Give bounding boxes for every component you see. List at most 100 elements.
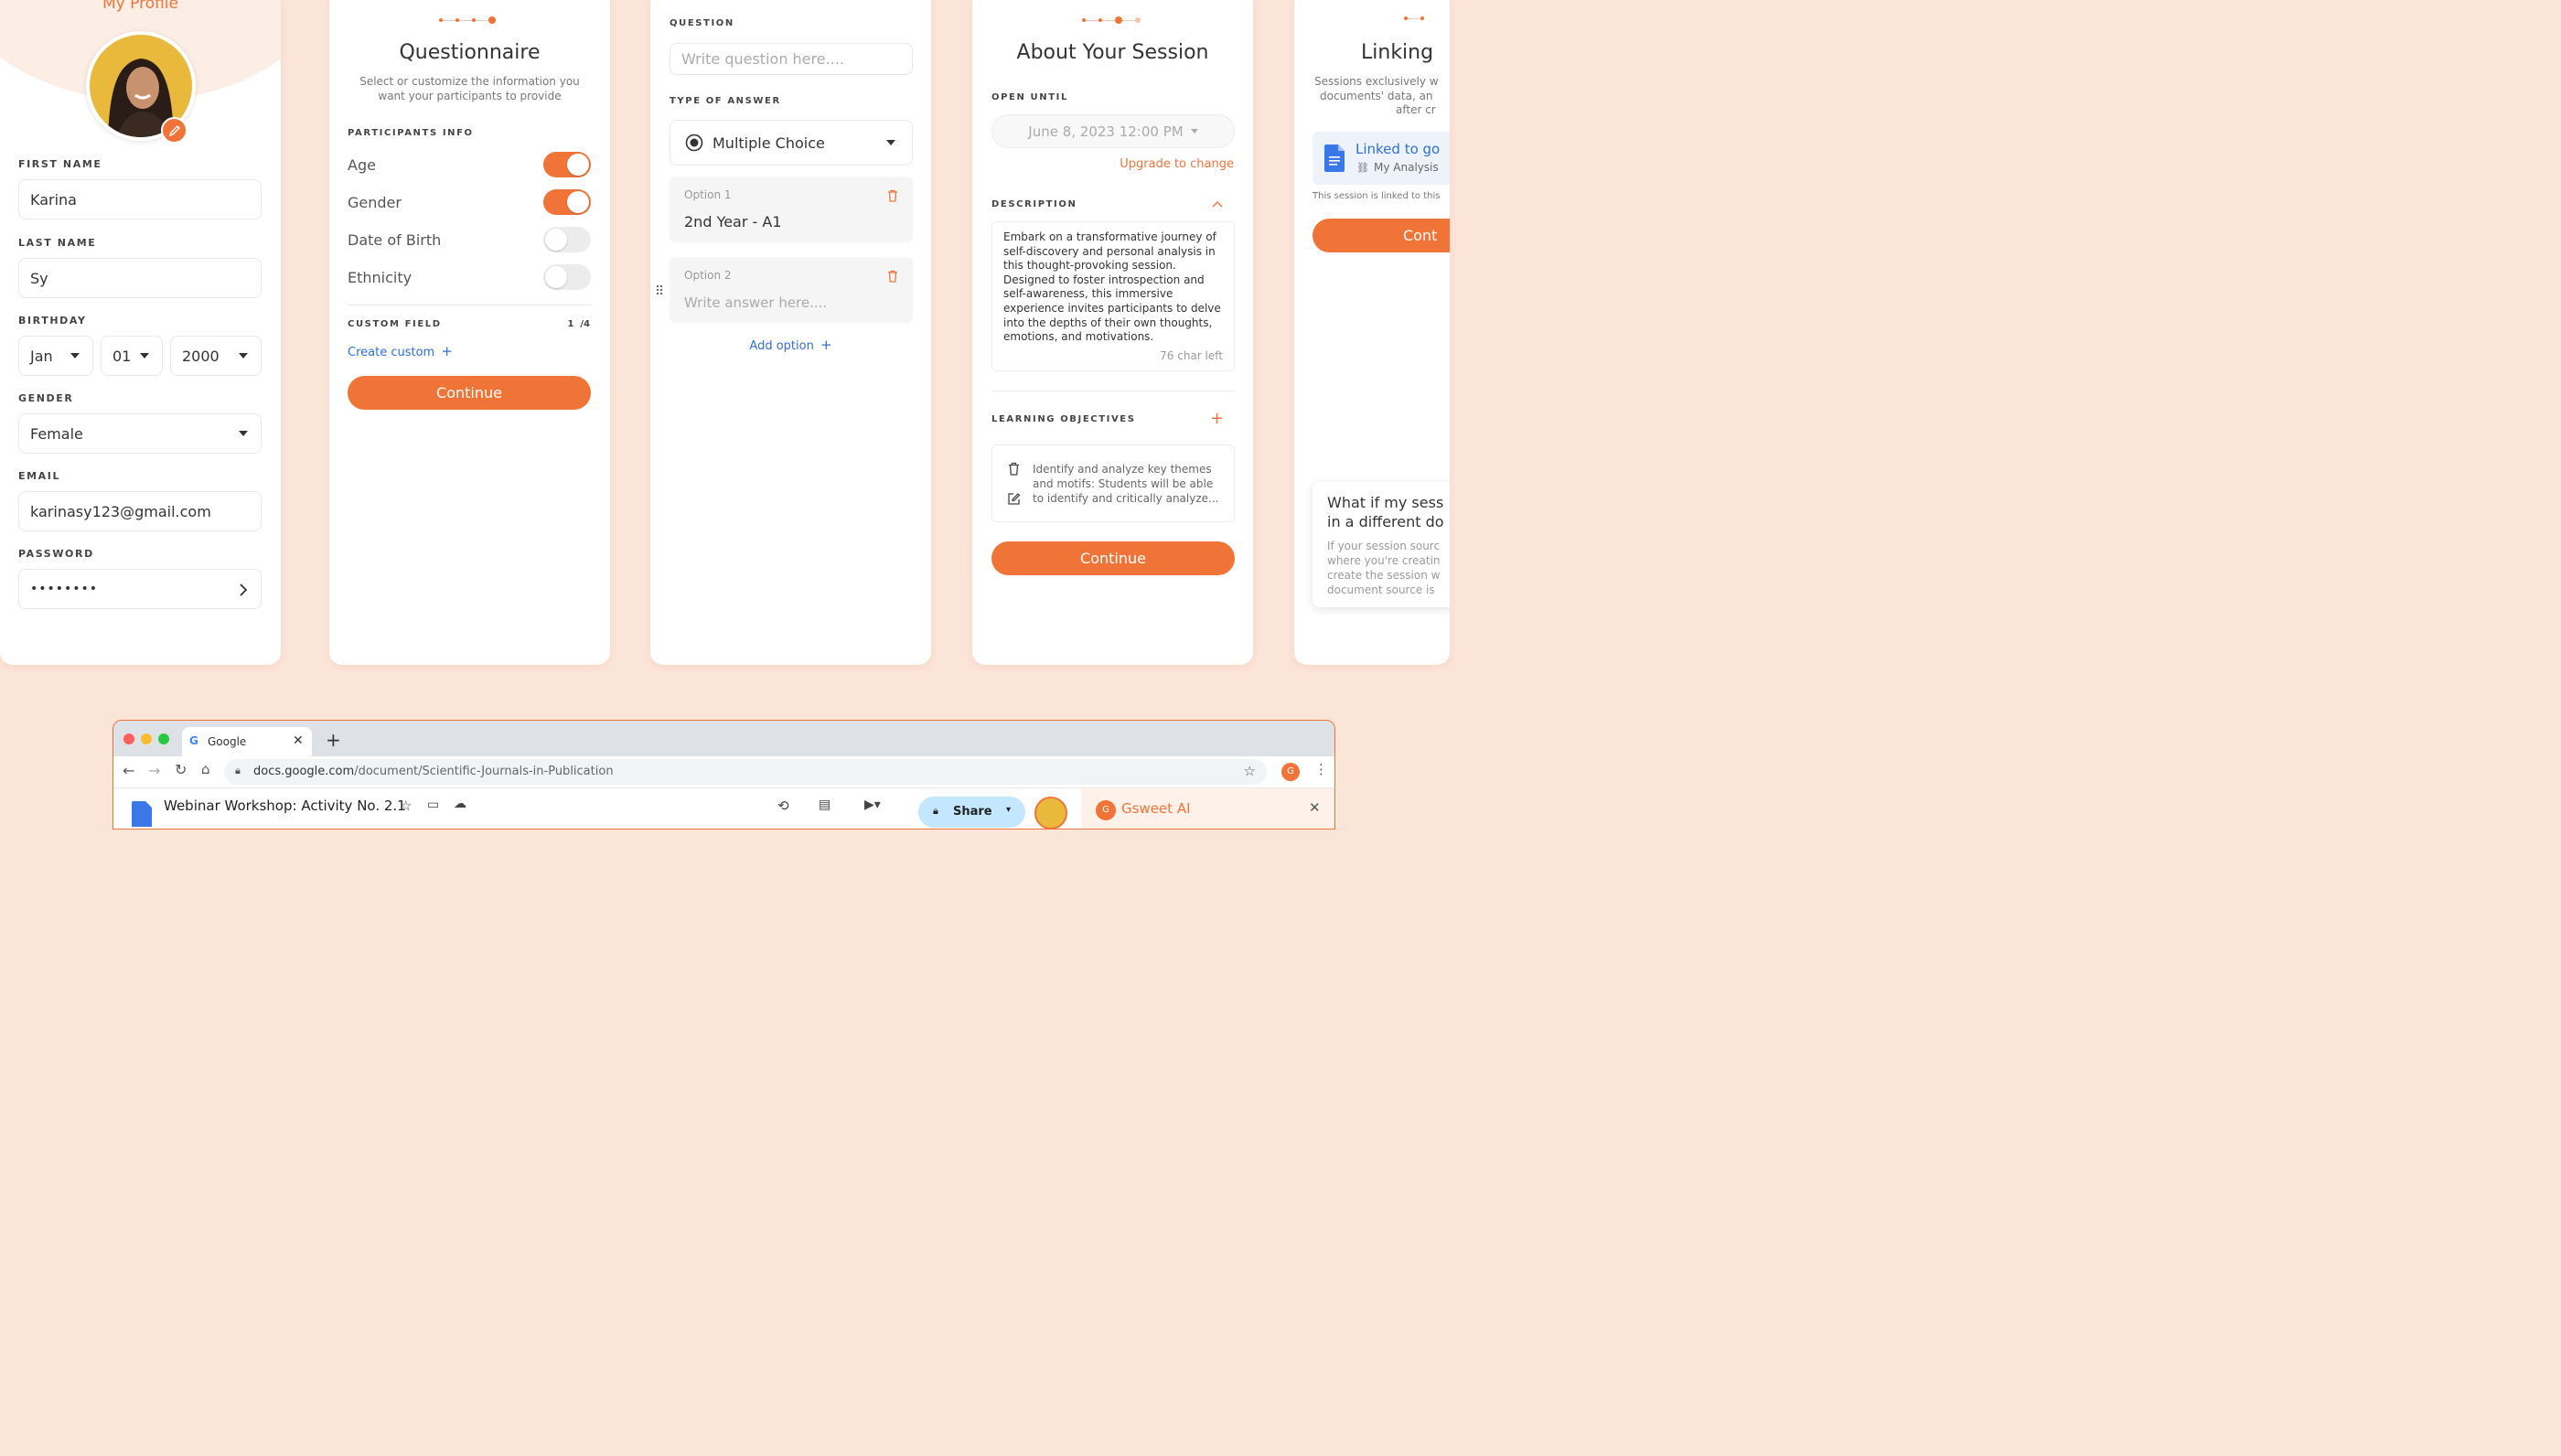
upgrade-link[interactable]: Upgrade to change — [1120, 157, 1234, 171]
doc-title[interactable]: Webinar Workshop: Activity No. 2.1 — [164, 798, 406, 814]
toggle-ethnicity[interactable] — [543, 264, 591, 290]
move-folder-icon[interactable]: ▭ — [427, 798, 439, 812]
question-input[interactable]: Write question here.... — [670, 43, 913, 75]
google-doc-icon — [1324, 145, 1345, 172]
gsweet-logo-icon: G — [1096, 800, 1116, 820]
share-button[interactable]: 🔒︎ Share ▾ — [918, 797, 1025, 828]
forward-icon[interactable]: → — [148, 762, 160, 779]
profile-title: My Profile — [102, 0, 178, 13]
new-tab-button[interactable]: + — [326, 729, 341, 751]
gender-select[interactable]: Female — [18, 413, 262, 454]
password-label: PASSWORD — [18, 548, 94, 560]
google-icon: G — [189, 734, 198, 747]
comments-icon[interactable]: ▤ — [819, 798, 830, 812]
option-2-card[interactable]: Option 2 Write answer here.... — [670, 257, 913, 323]
linked-doc-card[interactable]: Linked to go ⛓ My Analysis — [1313, 132, 1450, 185]
custom-field-count: 1 /4 — [567, 319, 590, 329]
field-label-date-of-birth: Date of Birth — [348, 231, 442, 249]
share-dropdown-icon[interactable]: ▾ — [1006, 805, 1011, 815]
history-icon[interactable]: ⟲ — [777, 798, 789, 814]
birth-year-value: 2000 — [182, 347, 220, 365]
user-avatar[interactable] — [1034, 797, 1067, 829]
more-menu-icon[interactable]: ⋮ — [1314, 761, 1328, 777]
faq-body-line: create the session w — [1327, 569, 1441, 582]
continue-button[interactable]: Cont — [1313, 219, 1450, 252]
add-objective-icon[interactable]: + — [1210, 409, 1224, 428]
address-bar[interactable]: 🔒︎ docs.google.com/document/Scientific-J… — [224, 759, 1267, 785]
subtitle-line-2: want your participants to provide — [378, 90, 562, 102]
question-label: QUESTION — [670, 18, 734, 28]
link-icon: ⛓ — [1356, 162, 1369, 174]
radio-selected-icon — [685, 134, 703, 152]
continue-label: Cont — [1403, 227, 1438, 244]
description-line: into the depths of their own thoughts, — [1003, 316, 1213, 329]
email-label: EMAIL — [18, 470, 61, 482]
delete-option-2-icon[interactable] — [887, 270, 898, 283]
chevron-down-icon — [140, 353, 149, 359]
close-window-button[interactable] — [123, 733, 134, 744]
description-line: Embark on a transformative journey of — [1003, 230, 1216, 243]
birth-day-select[interactable]: 01 — [101, 336, 163, 376]
option-2-placeholder[interactable]: Write answer here.... — [684, 294, 827, 311]
continue-button[interactable]: Continue — [348, 376, 591, 410]
participants-info-label: PARTICIPANTS INFO — [348, 128, 474, 138]
description-line: self-awareness, this immersive — [1003, 287, 1173, 301]
drag-handle-icon[interactable] — [656, 284, 663, 295]
open-until-select: June 8, 2023 12:00 PM — [991, 114, 1235, 148]
reload-icon[interactable]: ↻ — [175, 761, 187, 778]
meet-icon[interactable]: ▶▾ — [864, 798, 881, 812]
edit-avatar-button[interactable] — [161, 117, 188, 144]
toggle-age[interactable] — [543, 152, 591, 177]
back-icon[interactable]: ← — [123, 762, 134, 779]
extension-icon[interactable]: G — [1281, 763, 1300, 781]
gsweet-app-name: Gsweet AI — [1121, 800, 1191, 817]
option-1-value: 2nd Year - A1 — [684, 213, 782, 230]
option-1-card[interactable]: Option 1 2nd Year - A1 — [670, 177, 913, 242]
step-indicator — [1404, 16, 1424, 20]
toggle-gender[interactable] — [543, 189, 591, 215]
cloud-icon[interactable]: ☁ — [454, 797, 466, 811]
birth-year-select[interactable]: 2000 — [170, 336, 262, 376]
email-field[interactable]: karinasy123@gmail.com — [18, 491, 262, 531]
objective-line: Identify and analyze key themes — [1033, 463, 1212, 476]
birth-month-select[interactable]: Jan — [18, 336, 93, 376]
gender-label: GENDER — [18, 392, 74, 404]
password-field[interactable]: •••••••• — [18, 569, 262, 609]
faq-title-line: What if my sess — [1327, 494, 1444, 511]
step-dot — [1420, 16, 1424, 20]
gender-value: Female — [30, 424, 83, 443]
add-option-link[interactable]: Add option + — [650, 337, 931, 353]
delete-option-1-icon[interactable] — [887, 189, 898, 202]
chevron-down-icon — [70, 353, 80, 359]
faq-card: What if my sess in a different do If you… — [1313, 482, 1450, 607]
last-name-label: LAST NAME — [18, 237, 97, 249]
edit-icon[interactable] — [1007, 492, 1021, 506]
last-name-field[interactable]: Sy — [18, 258, 262, 298]
first-name-field[interactable]: Karina — [18, 179, 262, 219]
add-option-label: Add option — [749, 339, 814, 353]
maximize-window-button[interactable] — [158, 733, 169, 744]
minimize-window-button[interactable] — [141, 733, 152, 744]
star-icon[interactable]: ☆ — [400, 798, 412, 814]
home-icon[interactable]: ⌂ — [201, 761, 210, 777]
lock-icon: 🔒︎ — [933, 805, 938, 817]
linked-title: Linked to go — [1356, 141, 1441, 157]
close-tab-icon[interactable]: ✕ — [293, 733, 304, 748]
close-sidebar-icon[interactable]: ✕ — [1309, 799, 1321, 816]
chevron-right-icon[interactable] — [239, 583, 248, 596]
description-textarea[interactable]: Embark on a transformative journey of se… — [991, 221, 1235, 371]
birth-month-value: Jan — [30, 347, 53, 365]
chevron-up-icon[interactable] — [1212, 200, 1223, 208]
bookmark-star-icon[interactable]: ☆ — [1244, 763, 1256, 779]
description-line: emotions, and motivations. — [1003, 330, 1154, 344]
linked-note: This session is linked to this — [1313, 191, 1441, 201]
browser-tab[interactable]: G Google ✕ — [182, 727, 312, 756]
toggle-date-of-birth[interactable] — [543, 227, 591, 252]
create-custom-link[interactable]: Create custom + — [348, 343, 453, 359]
answer-type-select[interactable]: Multiple Choice — [670, 120, 913, 166]
description-label: DESCRIPTION — [991, 199, 1077, 209]
question-card: QUESTION Write question here.... TYPE OF… — [650, 0, 931, 665]
trash-icon[interactable] — [1008, 462, 1020, 476]
continue-button[interactable]: Continue — [991, 541, 1235, 575]
birthday-label: BIRTHDAY — [18, 315, 87, 327]
